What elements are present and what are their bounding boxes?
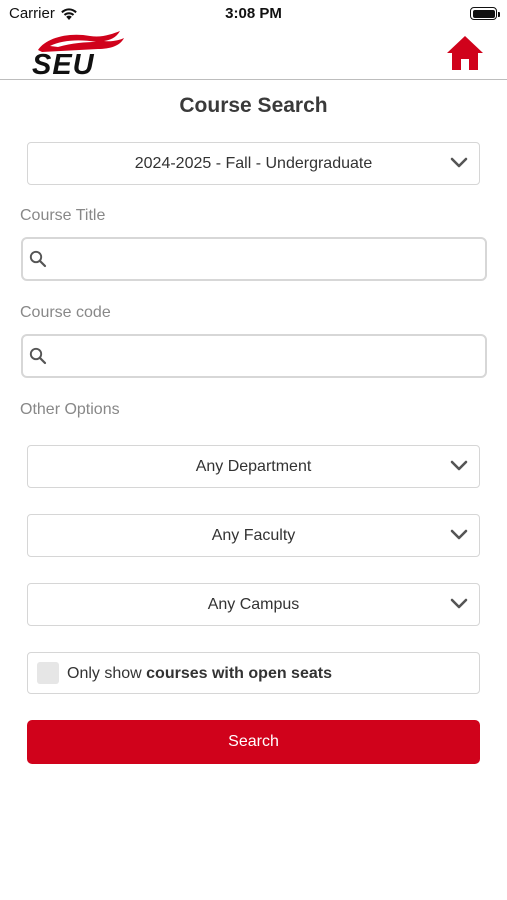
battery-nub: [498, 11, 500, 17]
term-select[interactable]: 2024-2025 - Fall - Undergraduate: [27, 142, 480, 185]
search-icon: [29, 250, 47, 268]
department-select[interactable]: Any Department: [27, 445, 480, 488]
chevron-down-icon: [450, 529, 468, 540]
course-code-label: Course code: [20, 304, 111, 321]
status-time: 3:08 PM: [225, 5, 282, 22]
course-code-field: [21, 334, 487, 378]
open-seats-label: Only show courses with open seats: [67, 665, 332, 683]
logo-text: SEU: [32, 49, 95, 78]
home-icon[interactable]: [445, 33, 485, 73]
app-header: SEU: [0, 28, 507, 80]
course-code-input[interactable]: [55, 342, 477, 370]
open-seats-label-emphasis: courses with open seats: [146, 665, 332, 682]
campus-select[interactable]: Any Campus: [27, 583, 480, 626]
term-select-value: 2024-2025 - Fall - Undergraduate: [134, 154, 373, 172]
battery-icon: [470, 7, 500, 20]
course-title-label: Course Title: [20, 207, 106, 224]
course-title-input[interactable]: [55, 245, 477, 273]
search-icon: [29, 347, 47, 365]
chevron-down-icon: [450, 157, 468, 168]
chevron-down-icon: [450, 460, 468, 471]
open-seats-option[interactable]: Only show courses with open seats: [27, 652, 480, 694]
campus-select-value: Any Campus: [207, 595, 300, 613]
other-options-label: Other Options: [20, 401, 120, 418]
seu-logo: SEU: [32, 31, 124, 78]
battery-fill: [472, 9, 495, 18]
faculty-select[interactable]: Any Faculty: [27, 514, 480, 557]
search-button[interactable]: Search: [27, 720, 480, 764]
department-select-value: Any Department: [195, 457, 312, 475]
page-title: Course Search: [179, 94, 328, 117]
faculty-select-value: Any Faculty: [211, 526, 296, 544]
open-seats-label-prefix: Only show: [67, 665, 147, 682]
course-title-field: [21, 237, 487, 281]
open-seats-checkbox[interactable]: [37, 662, 59, 684]
chevron-down-icon: [450, 598, 468, 609]
status-bar: Carrier 3:08 PM: [0, 0, 507, 28]
